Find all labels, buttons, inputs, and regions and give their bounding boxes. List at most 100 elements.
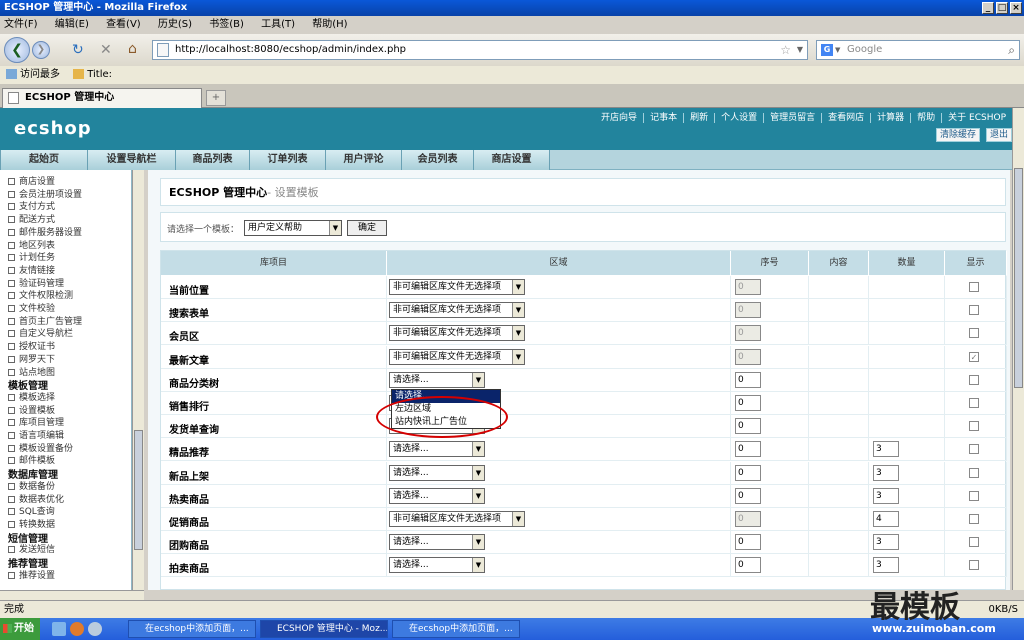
link-calculator[interactable]: 计算器 — [870, 113, 911, 123]
firefox-icon[interactable] — [70, 622, 84, 636]
link-about[interactable]: 关于 ECSHOP — [941, 113, 1012, 123]
sidebar-item[interactable]: 计划任务 — [8, 250, 55, 263]
sidebar-item[interactable]: 模板选择 — [8, 390, 55, 403]
sidebar-item[interactable]: 站点地图 — [8, 365, 55, 378]
new-tab-button[interactable]: + — [206, 90, 226, 106]
menu-help[interactable]: 帮助(H) — [312, 19, 347, 30]
url-input[interactable]: http://localhost:8080/ecshop/admin/index… — [152, 40, 808, 60]
quantity-input[interactable]: 3 — [873, 487, 899, 504]
region-select[interactable]: 请选择... ▼ — [389, 464, 485, 481]
back-icon[interactable]: ❮ — [4, 37, 30, 63]
minimize-button[interactable]: _ — [982, 2, 994, 14]
template-select[interactable]: 用户定义帮助 ▼ — [244, 220, 342, 236]
sidebar-item[interactable]: 商店设置 — [8, 174, 55, 187]
show-checkbox[interactable] — [969, 537, 979, 548]
scrollbar-thumb[interactable] — [1014, 168, 1023, 388]
sidebar-item[interactable]: 模板设置备份 — [8, 441, 73, 454]
menu-view[interactable]: 查看(V) — [106, 19, 141, 30]
link-admin-messages[interactable]: 管理员留言 — [763, 113, 822, 123]
sequence-input[interactable]: 0 — [735, 441, 761, 458]
quantity-input[interactable]: 3 — [873, 441, 899, 458]
ie-icon[interactable] — [52, 622, 66, 636]
region-select[interactable]: 请选择... ▼ — [389, 371, 485, 388]
sequence-input[interactable]: 0 — [735, 487, 761, 504]
region-select[interactable]: 非可编辑区库文件无选择项 ▼ — [389, 279, 525, 295]
sidebar-item[interactable]: 友情链接 — [8, 263, 55, 276]
sidebar-item[interactable]: 授权证书 — [8, 339, 55, 352]
show-checkbox[interactable] — [969, 374, 979, 385]
menu-history[interactable]: 历史(S) — [158, 19, 192, 30]
taskbar-item-active[interactable]: ECSHOP 管理中心 - Moz... — [260, 620, 388, 638]
sidebar-scrollbar[interactable] — [132, 170, 144, 590]
region-select[interactable]: 请选择... ▼ — [389, 557, 485, 574]
menu-tools[interactable]: 工具(T) — [261, 19, 295, 30]
stop-icon[interactable]: ✕ — [100, 42, 112, 58]
forward-icon[interactable]: ❯ — [32, 41, 50, 59]
show-checkbox[interactable] — [969, 328, 979, 339]
quantity-input[interactable]: 3 — [873, 464, 899, 481]
show-checkbox[interactable] — [969, 282, 979, 292]
sidebar-item[interactable]: 文件校验 — [8, 301, 55, 314]
google-icon[interactable]: G — [821, 44, 833, 56]
close-button[interactable]: × — [1010, 2, 1022, 14]
clear-cache-button[interactable]: 清除缓存 — [936, 128, 981, 142]
search-icon[interactable]: ⌕ — [1008, 41, 1015, 59]
sidebar-horizontal-scrollbar[interactable] — [0, 590, 144, 600]
link-setup-wizard[interactable]: 开店向导 — [595, 113, 643, 123]
sequence-input[interactable]: 0 — [735, 395, 761, 411]
sidebar-item[interactable]: 支付方式 — [8, 199, 55, 212]
link-refresh[interactable]: 刷新 — [683, 113, 715, 123]
taskbar-item[interactable]: 在ecshop中添加页面，... — [392, 620, 520, 638]
show-checkbox[interactable] — [969, 305, 979, 316]
sidebar-item[interactable]: 数据表优化 — [8, 492, 64, 505]
sidebar-item[interactable]: 首页主广告管理 — [8, 314, 82, 327]
sidebar-item[interactable]: 配送方式 — [8, 212, 55, 225]
app-icon[interactable] — [88, 622, 102, 636]
sequence-input[interactable]: 0 — [735, 534, 761, 551]
region-select[interactable]: 请选择... ▼ — [389, 487, 485, 504]
sidebar-item[interactable]: 验证码管理 — [8, 276, 64, 289]
tab-member-list[interactable]: 会员列表 — [402, 150, 474, 170]
logout-button[interactable]: 退出 — [986, 128, 1013, 142]
sidebar-item[interactable]: 地区列表 — [8, 238, 55, 251]
sidebar-item[interactable]: 会员注册项设置 — [8, 187, 82, 200]
region-select[interactable]: 请选择... ▼ — [389, 534, 485, 551]
sidebar-item[interactable]: 库项目管理 — [8, 415, 64, 428]
tab-store-settings[interactable]: 商店设置 — [474, 150, 550, 170]
confirm-button[interactable]: 确定 — [347, 220, 387, 236]
sidebar-item[interactable]: 设置模板 — [8, 403, 55, 416]
show-checkbox[interactable] — [969, 444, 979, 455]
region-select[interactable]: 非可编辑区库文件无选择项 ▼ — [389, 511, 525, 527]
quantity-input[interactable]: 4 — [873, 511, 899, 527]
search-input[interactable]: G ▼ Google ⌕ — [816, 40, 1020, 60]
region-select[interactable]: 非可编辑区库文件无选择项 ▼ — [389, 302, 525, 319]
sidebar-item[interactable]: 邮件服务器设置 — [8, 225, 82, 238]
menu-bookmarks[interactable]: 书签(B) — [209, 19, 244, 30]
region-select[interactable]: 非可编辑区库文件无选择项 ▼ — [389, 325, 525, 342]
show-checkbox[interactable] — [969, 490, 979, 501]
show-checkbox[interactable] — [969, 467, 979, 478]
quantity-input[interactable]: 3 — [873, 557, 899, 574]
tab-navbar-settings[interactable]: 设置导航栏 — [88, 150, 176, 170]
sidebar-item[interactable]: SQL查询 — [8, 504, 55, 517]
sidebar-item[interactable]: 网罗天下 — [8, 352, 55, 365]
tab-goods-list[interactable]: 商品列表 — [176, 150, 250, 170]
sidebar-item[interactable]: 发送短信 — [8, 542, 55, 555]
region-select[interactable]: 请选择... ▼ — [389, 441, 485, 458]
tab-home[interactable]: 起始页 — [0, 150, 88, 170]
chevron-down-icon[interactable]: ▼ — [835, 41, 840, 59]
maximize-button[interactable]: □ — [996, 2, 1008, 14]
link-personal-settings[interactable]: 个人设置 — [714, 113, 764, 123]
show-checkbox[interactable] — [969, 421, 979, 432]
sidebar-item[interactable]: 数据备份 — [8, 479, 55, 492]
sidebar-item[interactable]: 邮件模板 — [8, 453, 55, 466]
sequence-input[interactable]: 0 — [735, 464, 761, 481]
sidebar-item[interactable]: 自定义导航栏 — [8, 326, 73, 339]
bookmark-most-visited[interactable]: 访问最多 — [20, 69, 60, 80]
page-scrollbar[interactable] — [1012, 108, 1024, 590]
home-icon[interactable]: ⌂ — [128, 41, 137, 57]
reload-icon[interactable]: ↻ — [72, 42, 84, 58]
chevron-down-icon[interactable]: ▼ — [797, 41, 803, 59]
browser-tab[interactable]: ECSHOP 管理中心 — [2, 88, 202, 108]
start-button[interactable]: 开始 — [0, 618, 40, 640]
